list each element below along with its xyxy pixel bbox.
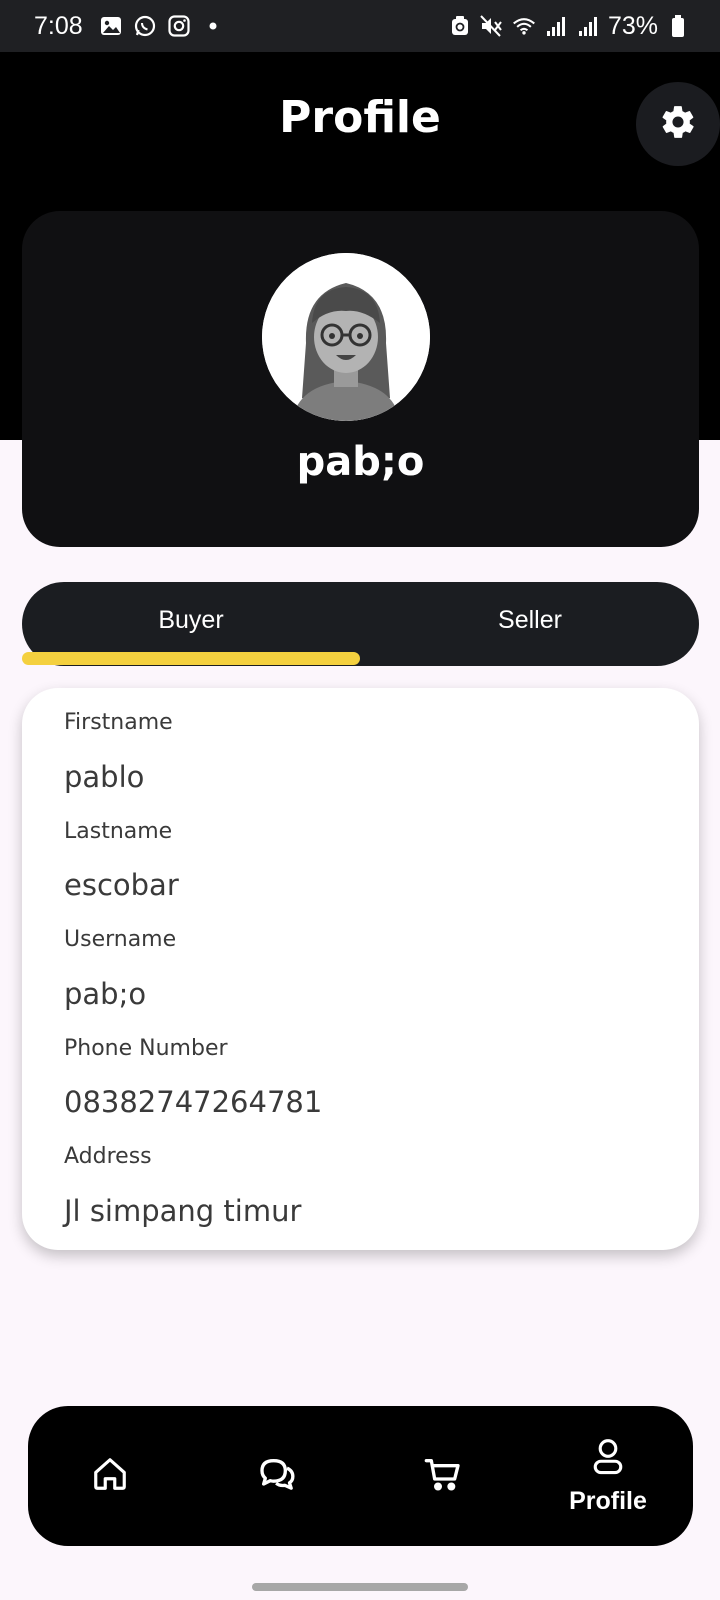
gear-icon [659, 103, 697, 145]
bottom-nav: Profile [28, 1406, 693, 1546]
address-value: Jl simpang timur [64, 1194, 302, 1228]
address-label: Address [64, 1144, 152, 1169]
battery-icon [666, 14, 690, 38]
phone-number-label: Phone Number [64, 1036, 228, 1061]
signal-icon [544, 14, 568, 38]
username-label: Username [64, 927, 177, 952]
lastname-label: Lastname [64, 819, 173, 844]
battery-percent: 73% [607, 11, 658, 40]
tab-indicator [22, 652, 360, 665]
signal-icon [576, 14, 600, 38]
info-card: Firstname pablo Lastname escobar Usernam… [22, 688, 699, 1250]
gallery-icon [99, 14, 123, 38]
avatar[interactable] [262, 253, 430, 421]
whatsapp-icon [133, 14, 157, 38]
nav-profile-label: Profile [569, 1486, 647, 1515]
status-bar: 7:08 73% [0, 0, 720, 52]
user-icon [591, 1437, 625, 1481]
home-icon [91, 1455, 129, 1497]
lastname-value: escobar [64, 868, 179, 902]
cart-icon [423, 1454, 463, 1498]
home-indicator[interactable] [252, 1583, 468, 1591]
nav-chat[interactable] [217, 1406, 337, 1546]
mute-icon [480, 14, 504, 38]
nav-cart[interactable] [383, 1406, 503, 1546]
recycle-icon [448, 14, 472, 38]
tab-seller[interactable]: Seller [361, 582, 699, 666]
nav-profile[interactable]: Profile [548, 1406, 668, 1546]
dot-icon [201, 14, 225, 38]
nav-home[interactable] [50, 1406, 170, 1546]
profile-card: pab;o [22, 211, 699, 547]
phone-number-value: 08382747264781 [64, 1085, 323, 1119]
chat-icon [257, 1454, 297, 1498]
page-title: Profile [279, 92, 441, 143]
firstname-label: Firstname [64, 710, 173, 735]
status-time: 7:08 [34, 11, 83, 40]
settings-button[interactable] [636, 82, 720, 166]
wifi-icon [512, 14, 536, 38]
username-value: pab;o [64, 977, 147, 1011]
profile-name: pab;o [296, 439, 425, 485]
instagram-icon [167, 14, 191, 38]
firstname-value: pablo [64, 760, 145, 794]
